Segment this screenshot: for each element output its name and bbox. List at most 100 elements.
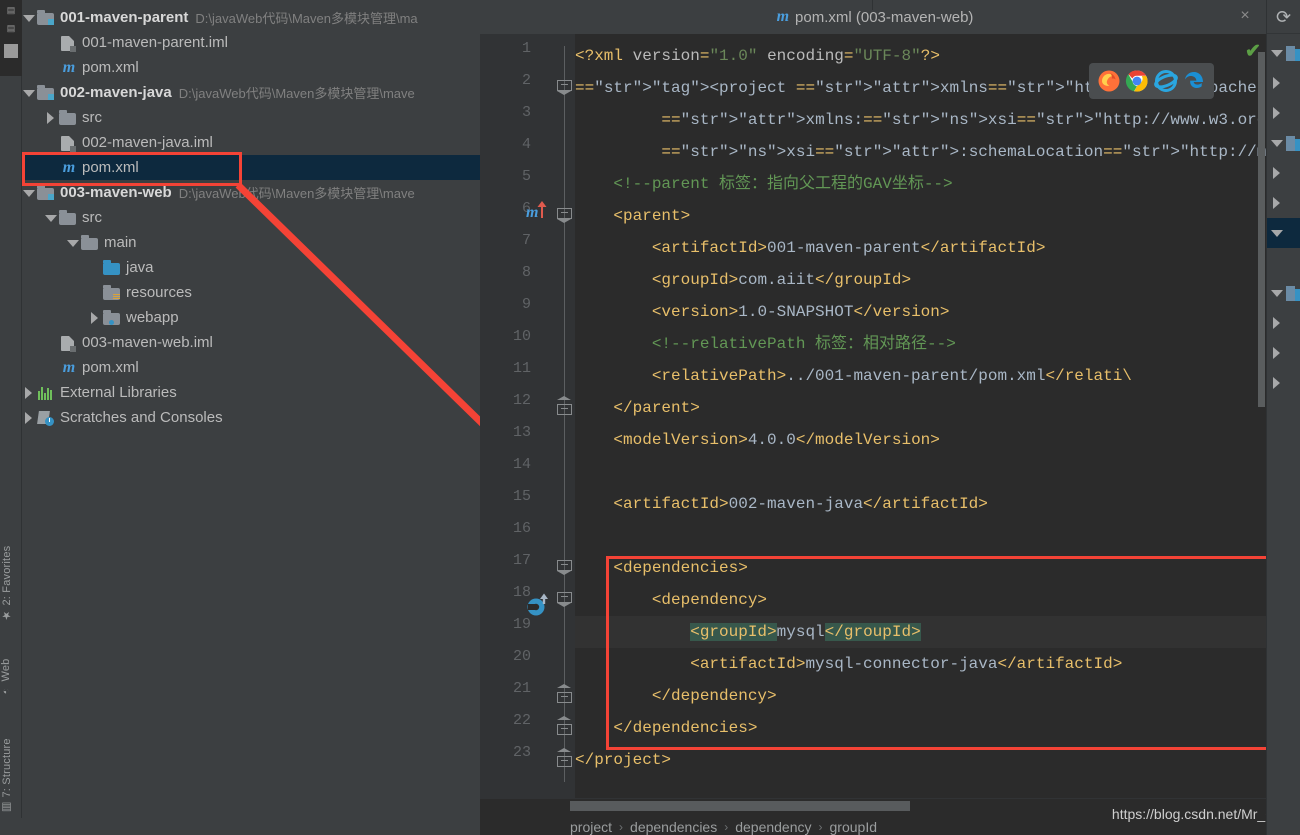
maven-tree-row[interactable] xyxy=(1267,218,1300,248)
maven-tree-row[interactable] xyxy=(1267,308,1300,338)
editor-area[interactable]: m pom.xml (003-maven-web) × 1 2 3 4 5 6 7 8 9 10 1… xyxy=(480,0,1300,835)
tree-item-001-maven-parent[interactable]: 001-maven-parent D:\javaWeb代码\Maven多模块管理\… xyxy=(22,5,480,30)
tree-item-003-maven-web.iml[interactable]: 003-maven-web.iml xyxy=(22,330,480,355)
maven-tree-row[interactable] xyxy=(1267,338,1300,368)
code-line[interactable] xyxy=(575,520,1300,552)
code-line[interactable]: <!--relativePath 标签：相对路径--> xyxy=(575,328,1300,360)
breadcrumb-item-groupid[interactable]: groupId xyxy=(830,819,877,835)
chrome-icon[interactable] xyxy=(1125,69,1149,93)
chevron-down-icon[interactable] xyxy=(1269,45,1285,61)
code-line[interactable]: <groupId>com.aiit</groupId> xyxy=(575,264,1300,296)
editor-fold-column[interactable] xyxy=(555,34,575,799)
code-line[interactable]: <!--parent 标签：指向父工程的GAV坐标--> xyxy=(575,168,1300,200)
tree-item-pom-003[interactable]: m pom.xml xyxy=(22,355,480,380)
fold-end-marker[interactable] xyxy=(557,684,572,703)
maven-tree-row[interactable] xyxy=(1267,188,1300,218)
refresh-icon[interactable]: ⟳ xyxy=(1274,8,1293,27)
fold-collapse-icon[interactable] xyxy=(557,560,572,575)
toolwindow-label-favorites[interactable]: ★ 2: Favorites xyxy=(0,505,22,625)
chevron-right-icon[interactable] xyxy=(1269,315,1285,331)
chevron-down-icon[interactable] xyxy=(1269,225,1285,241)
maven-tree-row[interactable] xyxy=(1267,368,1300,398)
editor-tab-pom-xml[interactable]: m pom.xml (003-maven-web) xyxy=(480,0,1270,34)
tree-item-pom-002[interactable]: m pom.xml xyxy=(22,155,480,180)
chevron-down-icon[interactable] xyxy=(66,236,80,250)
tree-item-src-003[interactable]: src xyxy=(22,205,480,230)
maven-tree-row[interactable] xyxy=(1267,128,1300,158)
structure-toolwindow-icon[interactable]: ▤ xyxy=(3,20,19,36)
tree-item-001-maven-parent.iml[interactable]: 001-maven-parent.iml xyxy=(22,30,480,55)
code-line[interactable] xyxy=(575,456,1300,488)
code-line[interactable]: <artifactId>002-maven-java</artifactId> xyxy=(575,488,1300,520)
edge-icon[interactable] xyxy=(1182,69,1206,93)
code-line[interactable]: <groupId>mysql</groupId> xyxy=(575,616,1300,648)
editor-code-content[interactable]: <?xml version="1.0" encoding="UTF-8"?> ==… xyxy=(575,34,1300,799)
tree-item-src-002[interactable]: src xyxy=(22,105,480,130)
fold-collapse-icon[interactable] xyxy=(557,208,572,223)
tree-item-scratches-and-consoles[interactable]: Scratches and Consoles xyxy=(22,405,480,430)
code-line[interactable]: =="str">"attr">xmlns:=="str">"ns">xsi=="… xyxy=(575,104,1300,136)
breadcrumb-item-dependencies[interactable]: dependencies xyxy=(630,819,717,835)
chevron-right-icon[interactable] xyxy=(22,386,36,400)
close-icon[interactable]: × xyxy=(1238,8,1252,24)
editor-vertical-scrollbar[interactable] xyxy=(1258,52,1265,407)
chevron-right-icon[interactable] xyxy=(88,311,102,325)
code-line[interactable]: <dependency> xyxy=(575,584,1300,616)
dependency-inherited-icon[interactable] xyxy=(525,593,551,619)
toolwindow-label-web[interactable]: ◔ Web xyxy=(0,630,22,700)
code-line[interactable]: <modelVersion>4.0.0</modelVersion> xyxy=(575,424,1300,456)
chevron-right-icon[interactable] xyxy=(22,411,36,425)
chevron-down-icon[interactable] xyxy=(44,211,58,225)
tree-item-main[interactable]: main xyxy=(22,230,480,255)
tree-item-pom-001[interactable]: m pom.xml xyxy=(22,55,480,80)
tree-item-resources[interactable]: resources xyxy=(22,280,480,305)
chevron-right-icon[interactable] xyxy=(1269,105,1285,121)
maven-tree-row[interactable] xyxy=(1267,158,1300,188)
fold-end-marker[interactable] xyxy=(557,396,572,415)
tree-item-003-maven-web[interactable]: 003-maven-web D:\javaWeb代码\Maven多模块管理\mav… xyxy=(22,180,480,205)
chevron-down-icon[interactable] xyxy=(22,86,36,100)
tree-item-002-maven-java.iml[interactable]: 002-maven-java.iml xyxy=(22,130,480,155)
chevron-right-icon[interactable] xyxy=(1269,345,1285,361)
tree-item-java[interactable]: java xyxy=(22,255,480,280)
breadcrumb-item-dependency[interactable]: dependency xyxy=(735,819,811,835)
code-line[interactable]: </parent> xyxy=(575,392,1300,424)
chevron-down-icon[interactable] xyxy=(22,11,36,25)
project-toolwindow-icon[interactable]: ▤ xyxy=(3,2,19,18)
chevron-down-icon[interactable] xyxy=(1269,135,1285,151)
maven-parent-nav-icon[interactable]: m xyxy=(525,198,551,224)
project-tool-window[interactable]: 001-maven-parent D:\javaWeb代码\Maven多模块管理\… xyxy=(22,0,480,835)
code-line[interactable]: <relativePath>../001-maven-parent/pom.xm… xyxy=(575,360,1300,392)
code-line[interactable]: <version>1.0-SNAPSHOT</version> xyxy=(575,296,1300,328)
toolwindow-square-icon[interactable] xyxy=(4,44,18,58)
chevron-right-icon[interactable] xyxy=(44,111,58,125)
tree-item-webapp[interactable]: webapp xyxy=(22,305,480,330)
fold-collapse-icon[interactable] xyxy=(557,592,572,607)
maven-tree-row[interactable] xyxy=(1267,98,1300,128)
chevron-down-icon[interactable] xyxy=(22,186,36,200)
fold-end-marker[interactable] xyxy=(557,748,572,767)
tree-item-external-libraries[interactable]: External Libraries xyxy=(22,380,480,405)
firefox-icon[interactable] xyxy=(1097,69,1121,93)
fold-collapse-icon[interactable] xyxy=(557,80,572,95)
code-line[interactable]: <artifactId>001-maven-parent</artifactId… xyxy=(575,232,1300,264)
breadcrumb-item-project[interactable]: project xyxy=(570,819,612,835)
fold-end-marker[interactable] xyxy=(557,716,572,735)
toolwindow-label-structure[interactable]: ▤ 7: Structure xyxy=(0,705,22,817)
maven-tool-window[interactable]: ⟳ xyxy=(1266,0,1300,835)
tree-item-002-maven-java[interactable]: 002-maven-java D:\javaWeb代码\Maven多模块管理\ma… xyxy=(22,80,480,105)
chevron-down-icon[interactable] xyxy=(1269,285,1285,301)
internet-explorer-icon[interactable] xyxy=(1153,69,1178,93)
code-line[interactable]: </project> xyxy=(575,744,1300,776)
code-line[interactable]: </dependency> xyxy=(575,680,1300,712)
chevron-right-icon[interactable] xyxy=(1269,75,1285,91)
maven-tree-row[interactable] xyxy=(1267,68,1300,98)
chevron-right-icon[interactable] xyxy=(1269,195,1285,211)
chevron-right-icon[interactable] xyxy=(1269,375,1285,391)
code-line[interactable]: </dependencies> xyxy=(575,712,1300,744)
maven-tree-row[interactable] xyxy=(1267,38,1300,68)
maven-tree-row[interactable] xyxy=(1267,248,1300,278)
code-line[interactable]: <artifactId>mysql-connector-java</artifa… xyxy=(575,648,1300,680)
chevron-right-icon[interactable] xyxy=(1269,165,1285,181)
editor-horizontal-scrollbar-thumb[interactable] xyxy=(570,801,910,811)
